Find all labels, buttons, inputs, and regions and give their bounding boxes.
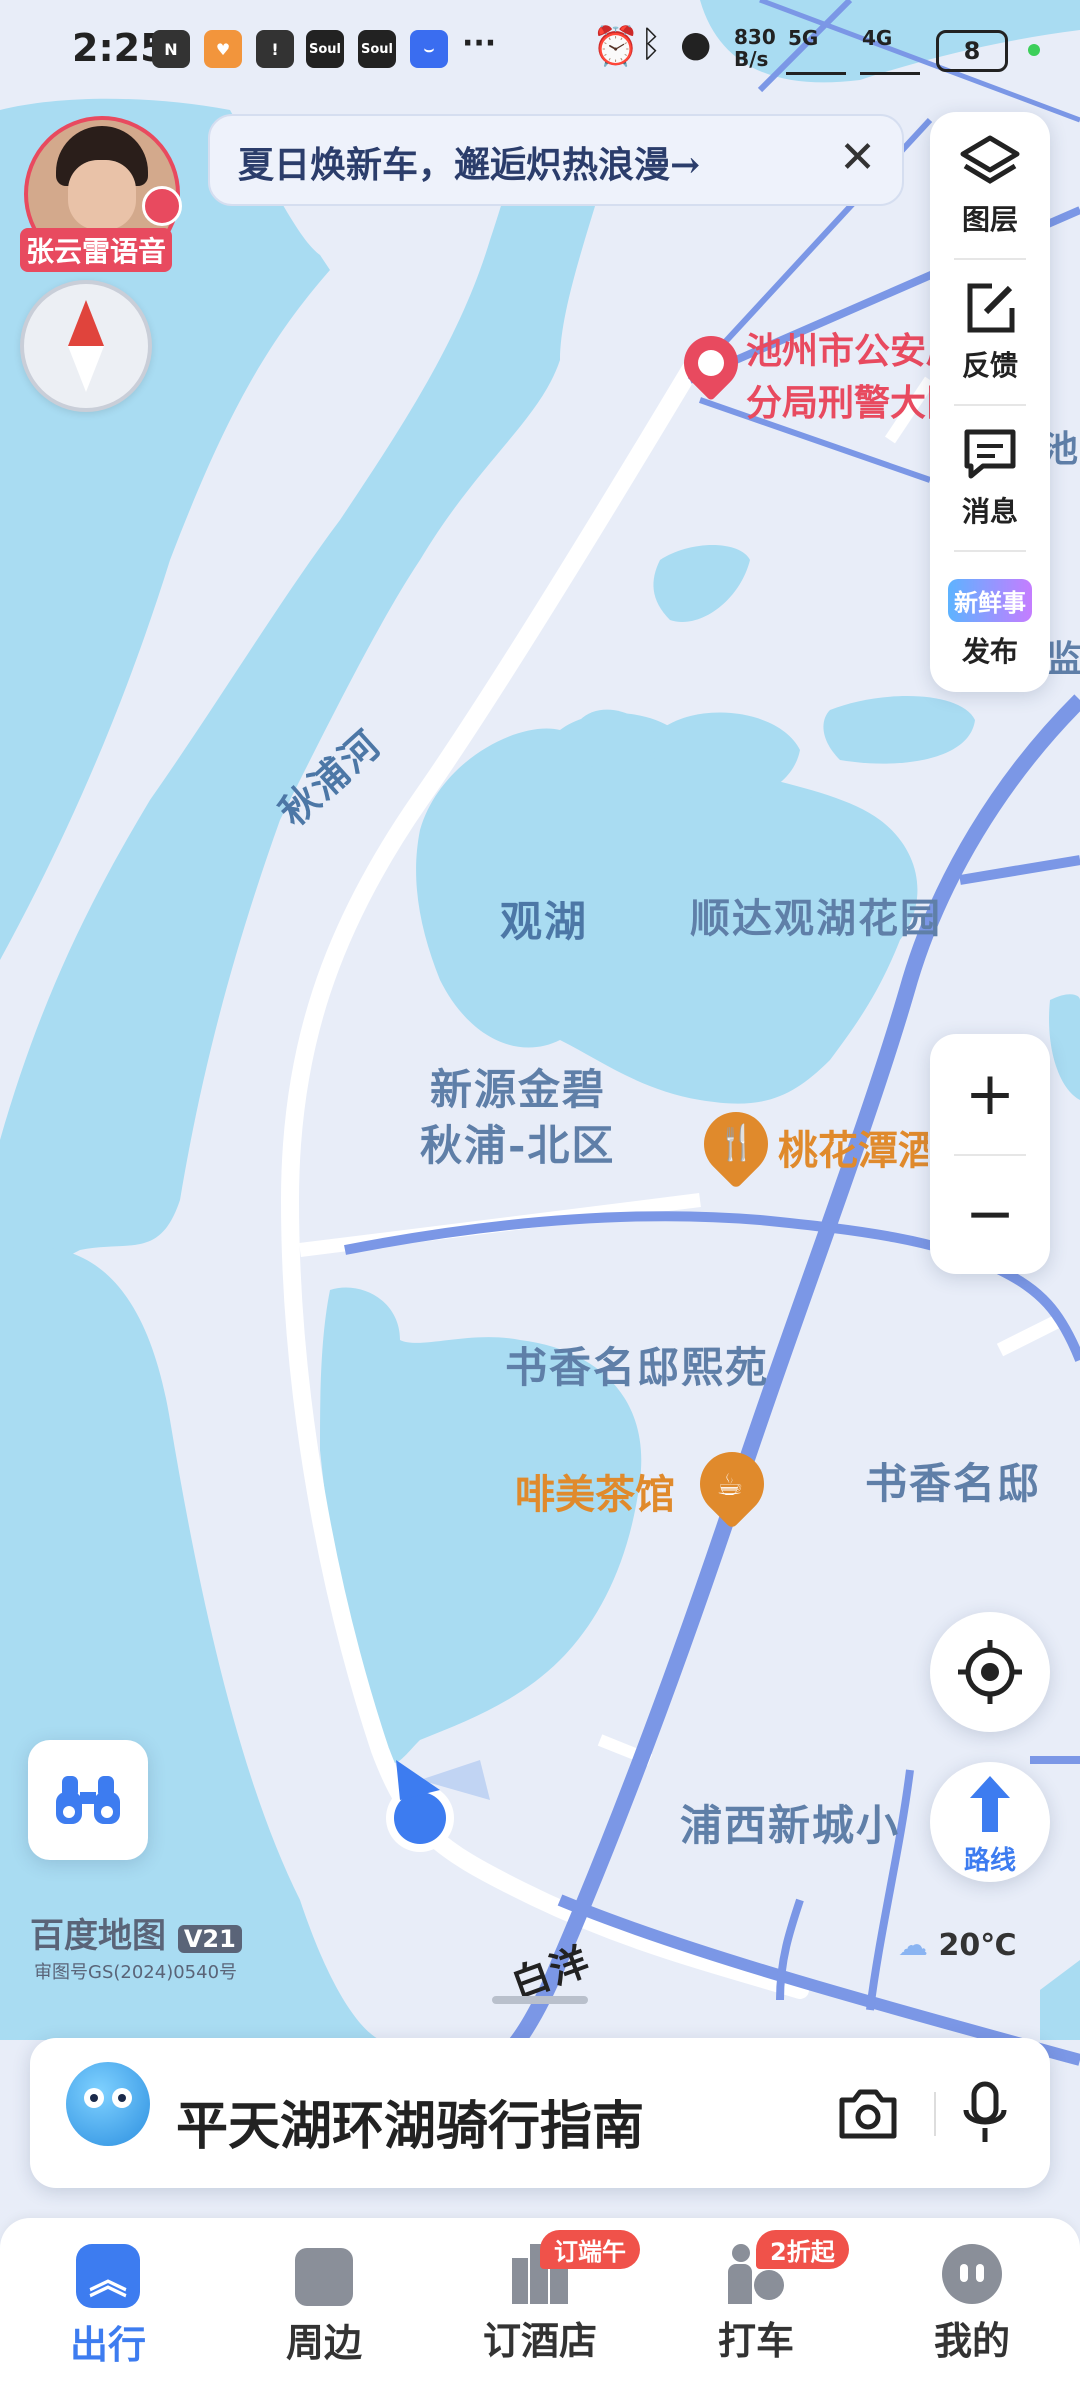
soul-app-icon: Soul bbox=[358, 30, 396, 68]
battery-icon: 8 bbox=[936, 30, 1008, 72]
layers-button[interactable]: 图层 bbox=[930, 116, 1050, 256]
hotel-badge: 订端午 bbox=[540, 2230, 640, 2269]
approval-number: 审图号GS(2024)0540号 bbox=[34, 1962, 238, 1983]
message-button[interactable]: 消息 bbox=[930, 408, 1050, 548]
voice-avatar[interactable]: 张云雷语音 bbox=[20, 116, 182, 272]
compass-icon bbox=[68, 300, 104, 346]
edge-label: 监 bbox=[1046, 638, 1080, 680]
voice-badge-icon bbox=[142, 186, 182, 226]
right-toolbar: 图层 反馈 消息 新鲜事 发布 bbox=[930, 112, 1050, 692]
promo-banner-text[interactable]: 夏日焕新车，邂逅炽热浪漫→ bbox=[238, 136, 700, 188]
locate-button[interactable] bbox=[930, 1612, 1050, 1732]
signal-bars-icon bbox=[860, 46, 920, 75]
community-label: 书香名邸熙苑 bbox=[505, 1343, 770, 1392]
tab-label: 订酒店 bbox=[482, 2318, 597, 2363]
tab-label: 出行 bbox=[69, 2322, 146, 2367]
feedback-label: 反馈 bbox=[961, 349, 1018, 382]
compass-button[interactable] bbox=[20, 280, 152, 412]
search-input[interactable]: 平天湖环湖骑行指南 bbox=[176, 2084, 644, 2159]
app-notify-icon: ♥ bbox=[204, 30, 242, 68]
bottom-tab-bar: ︽ 出行 周边 订酒店 订端午 打车 2折起 我的 bbox=[0, 2218, 1080, 2400]
community-label: 秋浦-北区 bbox=[420, 1121, 616, 1170]
community-label: 书香名邸 bbox=[865, 1459, 1042, 1508]
zoom-out-button[interactable]: − bbox=[930, 1154, 1050, 1274]
soul-app-icon: Soul bbox=[306, 30, 344, 68]
binoculars-icon bbox=[56, 1776, 120, 1824]
alarm-icon: ⏰ bbox=[592, 24, 640, 68]
feedback-button[interactable]: 反馈 bbox=[930, 262, 1050, 402]
community-label: 新源金碧 bbox=[430, 1065, 607, 1114]
more-icon: ··· bbox=[462, 26, 497, 61]
nfc-icon: N bbox=[152, 30, 190, 68]
route-icon bbox=[970, 1776, 1010, 1832]
bluetooth-icon: ᛒ bbox=[640, 24, 662, 65]
network-speed: 830 B/s bbox=[734, 25, 776, 71]
taxi-badge: 2折起 bbox=[756, 2230, 849, 2269]
search-bar[interactable]: 平天湖环湖骑行指南 bbox=[30, 2038, 1050, 2188]
profile-icon bbox=[942, 2244, 1002, 2304]
route-label: 路线 bbox=[963, 1846, 1016, 1876]
microphone-icon[interactable] bbox=[960, 2080, 1010, 2146]
travel-icon: ︽ bbox=[76, 2244, 140, 2308]
layers-icon bbox=[960, 135, 1020, 184]
voice-label: 张云雷语音 bbox=[20, 228, 173, 272]
message-label: 消息 bbox=[961, 495, 1018, 528]
community-label: 浦西新城小区 bbox=[680, 1801, 900, 1850]
tab-label: 周边 bbox=[285, 2320, 362, 2365]
drag-handle[interactable] bbox=[492, 1996, 588, 2004]
location-icon: ● bbox=[680, 24, 712, 65]
brand-version: V21 bbox=[177, 1925, 242, 1953]
alert-icon: ! bbox=[256, 30, 294, 68]
community-label: 顺达观湖花园 bbox=[690, 895, 942, 942]
signal-bars-icon bbox=[786, 46, 846, 75]
layers-label: 图层 bbox=[961, 203, 1018, 236]
publish-icon: 新鲜事 bbox=[948, 578, 1032, 622]
zoom-in-button[interactable]: + bbox=[930, 1034, 1050, 1154]
poi-police-name[interactable]: 池州市公安局 分局刑警大队 bbox=[746, 322, 936, 426]
zoom-control: + − bbox=[930, 1034, 1050, 1274]
publish-label: 发布 bbox=[961, 634, 1018, 668]
poi-teahouse-name[interactable]: 啡美茶馆 bbox=[515, 1462, 675, 1520]
tab-nearby[interactable]: 周边 bbox=[244, 2244, 404, 2367]
weather: ☁ 20℃ bbox=[898, 1928, 1017, 1963]
close-icon[interactable]: ✕ bbox=[839, 132, 876, 183]
poi-restaurant-name[interactable]: 桃花潭酒 bbox=[778, 1118, 928, 1176]
lake-label: 观湖 bbox=[500, 897, 589, 946]
message-icon bbox=[964, 429, 1016, 479]
locate-icon bbox=[958, 1640, 1022, 1704]
status-bar: 2:25 N ♥ ! Soul Soul ⌣ ··· ⏰ ᛒ ● 830 B/s … bbox=[0, 0, 1080, 100]
explore-button[interactable] bbox=[28, 1740, 148, 1860]
tab-mine[interactable]: 我的 bbox=[892, 2244, 1052, 2365]
route-button[interactable]: 路线 bbox=[930, 1762, 1050, 1882]
bag-icon bbox=[295, 2248, 353, 2306]
tab-label: 我的 bbox=[933, 2318, 1010, 2363]
brand-logo: 百度地图 V21 bbox=[30, 1908, 242, 1957]
mascot-icon bbox=[66, 2062, 150, 2146]
compass-icon-south bbox=[68, 346, 104, 392]
promo-banner[interactable]: 夏日焕新车，邂逅炽热浪漫→ ✕ bbox=[208, 114, 904, 206]
camera-icon[interactable] bbox=[836, 2086, 900, 2142]
cloud-icon: ☁ bbox=[898, 1928, 928, 1963]
feedback-icon bbox=[967, 283, 1015, 333]
publish-button[interactable]: 新鲜事 发布 bbox=[930, 554, 1050, 694]
battery-dot bbox=[1028, 44, 1040, 56]
tab-travel[interactable]: ︽ 出行 bbox=[28, 2244, 188, 2369]
tab-label: 打车 bbox=[717, 2318, 794, 2363]
store-app-icon: ⌣ bbox=[410, 30, 448, 68]
